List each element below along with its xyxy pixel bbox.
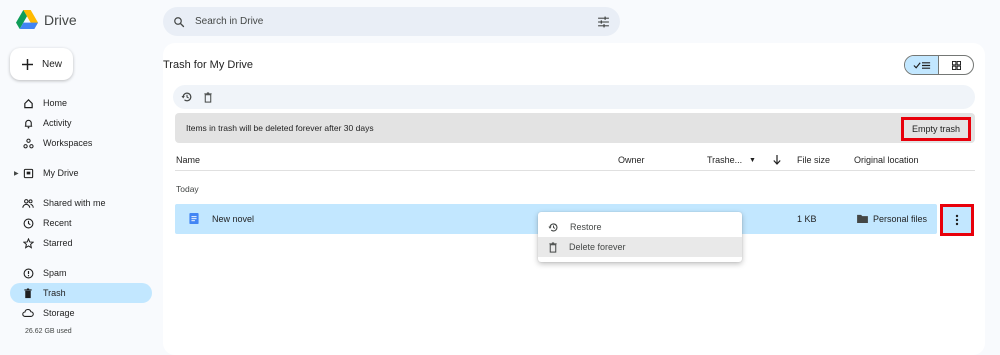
menu-item-delete-forever[interactable]: Delete forever — [538, 237, 742, 257]
filter-options-icon[interactable] — [597, 16, 610, 28]
plus-icon — [22, 58, 33, 70]
drive-folder-icon — [22, 167, 34, 179]
search-icon — [174, 16, 185, 27]
sidebar-item-storage[interactable]: Storage — [10, 303, 152, 323]
sidebar-item-label: My Drive — [43, 168, 79, 178]
sidebar-item-label: Spam — [43, 268, 67, 278]
trash-icon — [22, 287, 34, 299]
star-icon — [22, 237, 34, 249]
file-original-location[interactable]: Personal files — [873, 214, 927, 224]
sidebar-item-home[interactable]: Home — [10, 93, 152, 113]
list-view-button[interactable] — [905, 56, 940, 74]
sidebar-item-trash[interactable]: Trash — [10, 283, 152, 303]
sidebar-item-starred[interactable]: Starred — [10, 233, 152, 253]
drive-logo-icon — [16, 10, 38, 29]
context-menu: Restore Delete forever — [538, 212, 742, 262]
menu-item-label: Delete forever — [569, 242, 626, 252]
sidebar-item-my-drive[interactable]: ▶ My Drive — [10, 163, 152, 183]
sidebar-nav: Home Activity Workspaces ▶ My Drive Shar… — [10, 93, 152, 323]
sidebar-item-label: Activity — [43, 118, 72, 128]
menu-item-label: Restore — [570, 222, 602, 232]
app-name: Drive — [44, 11, 77, 28]
workspaces-icon — [22, 137, 34, 149]
selection-action-bar — [173, 85, 975, 109]
clock-icon — [22, 217, 34, 229]
column-header-owner[interactable]: Owner — [618, 155, 645, 165]
grid-icon — [951, 60, 961, 70]
home-icon — [22, 97, 34, 109]
people-icon — [22, 197, 34, 209]
sidebar-item-label: Workspaces — [43, 138, 93, 148]
sidebar-item-label: Home — [43, 98, 68, 108]
view-toggle — [904, 55, 974, 75]
table-header: Name Owner Trashe... ▼ File size Origina… — [175, 149, 975, 171]
grid-view-button[interactable] — [939, 56, 973, 74]
sidebar-item-activity[interactable]: Activity — [10, 113, 152, 133]
sidebar-item-label: Storage — [43, 308, 75, 318]
new-button-label: New — [42, 58, 63, 70]
main-panel: Trash for My Drive Items in trash will b… — [163, 43, 985, 355]
trash-icon — [549, 241, 557, 253]
sidebar-item-recent[interactable]: Recent — [10, 213, 152, 233]
trash-retention-notice: Items in trash will be deleted forever a… — [175, 113, 975, 143]
page-title: Trash for My Drive — [163, 59, 254, 71]
column-header-name[interactable]: Name — [176, 155, 200, 165]
drive-logo[interactable]: Drive — [16, 10, 77, 29]
google-doc-icon — [189, 213, 199, 224]
restore-icon[interactable] — [181, 91, 193, 103]
sidebar-item-label: Shared with me — [43, 198, 106, 208]
folder-icon — [857, 214, 868, 223]
new-button[interactable]: New — [10, 48, 73, 80]
file-name: New novel — [212, 214, 255, 224]
section-heading-today: Today — [176, 184, 199, 194]
bell-icon — [22, 117, 34, 129]
sidebar-item-shared-with-me[interactable]: Shared with me — [10, 193, 152, 213]
menu-item-restore[interactable]: Restore — [538, 217, 742, 237]
delete-forever-icon[interactable] — [203, 91, 213, 103]
sidebar-item-workspaces[interactable]: Workspaces — [10, 133, 152, 153]
spam-icon — [22, 267, 34, 279]
notice-text: Items in trash will be deleted forever a… — [186, 123, 374, 133]
cloud-icon — [22, 307, 34, 319]
storage-usage-text: 26.62 GB used — [25, 328, 72, 335]
search-input[interactable]: Search in Drive — [195, 16, 597, 27]
file-size: 1 KB — [797, 214, 817, 224]
column-header-file-size[interactable]: File size — [797, 155, 830, 165]
sidebar-item-label: Trash — [43, 288, 66, 298]
empty-trash-button[interactable]: Empty trash — [900, 117, 971, 141]
more-vert-icon — [955, 214, 959, 226]
column-header-trashed[interactable]: Trashe... — [707, 155, 742, 165]
sidebar-item-label: Recent — [43, 218, 72, 228]
empty-trash-label: Empty trash — [911, 124, 960, 134]
search-bar[interactable]: Search in Drive — [163, 7, 620, 36]
restore-icon — [548, 222, 558, 231]
dropdown-caret-icon[interactable]: ▼ — [749, 157, 756, 164]
expand-caret-icon[interactable]: ▶ — [14, 170, 19, 177]
sort-arrow-down-icon[interactable] — [773, 155, 781, 165]
check-list-icon — [912, 61, 930, 69]
column-header-original-location[interactable]: Original location — [854, 155, 919, 165]
more-actions-button[interactable] — [940, 204, 974, 236]
sidebar-item-spam[interactable]: Spam — [10, 263, 152, 283]
sidebar-item-label: Starred — [43, 238, 73, 248]
